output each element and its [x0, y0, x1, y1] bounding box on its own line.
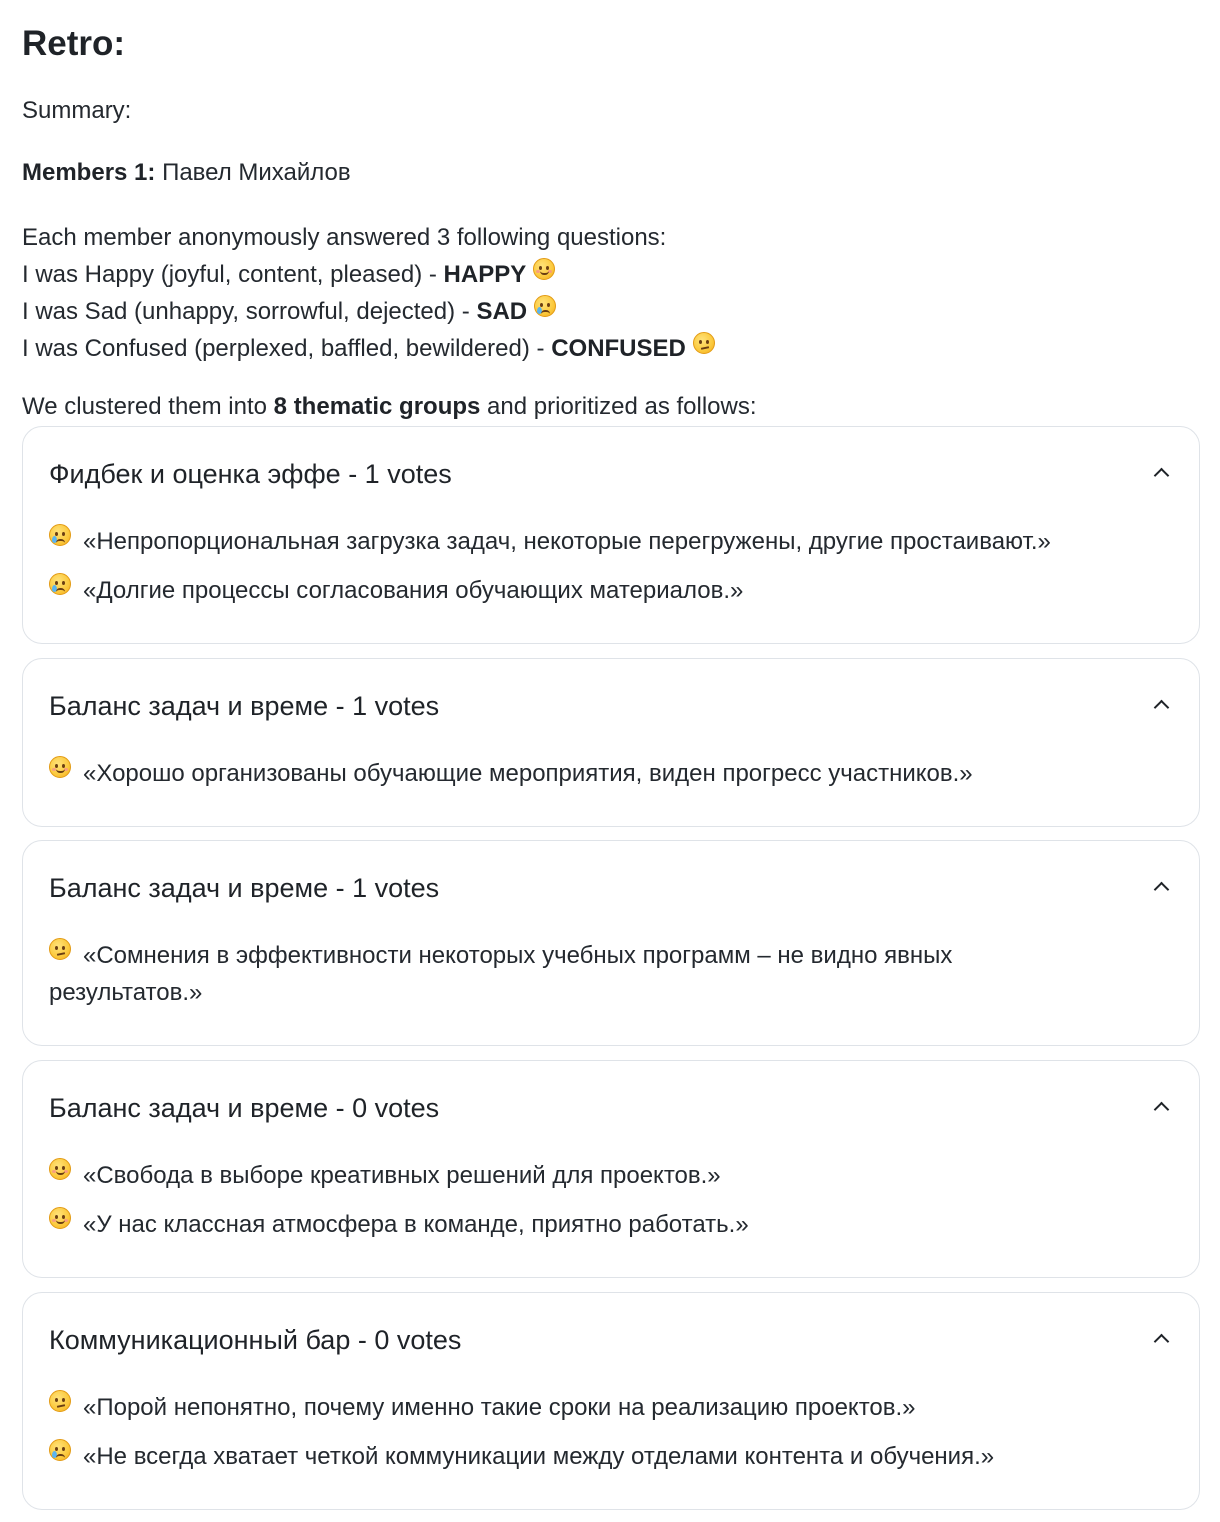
members-names: Павел Михайлов	[162, 159, 351, 186]
group-title: Коммуникационный бар - 0 votes	[49, 1325, 462, 1355]
item-text: «Хорошо организованы обучающие мероприят…	[83, 760, 973, 787]
group-card: Фидбек и оценка эффе - 1 votes «Непропор…	[22, 426, 1200, 644]
question-happy-text: I was Happy (joyful, content, pleased) -	[22, 261, 444, 288]
sad-tag: SAD	[476, 298, 528, 325]
happy-face-icon	[49, 1158, 71, 1180]
group-items: «Свобода в выборе креативных решений для…	[49, 1157, 1173, 1255]
item-text: «Свобода в выборе креативных решений для…	[83, 1162, 721, 1189]
clustered-after: and prioritized as follows:	[480, 393, 757, 420]
questions-intro: Each member anonymously answered 3 follo…	[22, 219, 715, 367]
group-items: «Порой непонятно, почему именно такие ср…	[49, 1389, 1173, 1487]
happy-face-icon	[532, 258, 555, 280]
clustered-groups-count: 8 thematic groups	[273, 393, 481, 420]
confused-face-icon	[692, 332, 715, 354]
group-header[interactable]: Баланс задач и време - 0 votes	[49, 1091, 1173, 1125]
item-text: «Не всегда хватает четкой коммуникации м…	[83, 1443, 995, 1470]
page-title: Retro:	[22, 24, 126, 63]
list-item: «Долгие процессы согласования обучающих …	[49, 572, 1173, 609]
chevron-up-icon[interactable]	[1153, 1333, 1170, 1350]
intro-line: Each member anonymously answered 3 follo…	[22, 224, 667, 251]
question-confused: I was Confused (perplexed, baffled, bewi…	[22, 330, 715, 367]
chevron-up-icon[interactable]	[1153, 881, 1170, 898]
list-item: «Не всегда хватает четкой коммуникации м…	[49, 1438, 1173, 1475]
group-items: «Сомнения в эффективности некоторых учеб…	[49, 937, 1019, 1023]
question-sad-text: I was Sad (unhappy, sorrowful, dejected)…	[22, 298, 477, 325]
question-sad: I was Sad (unhappy, sorrowful, dejected)…	[22, 293, 715, 330]
group-card: Баланс задач и време - 1 votes «Хорошо о…	[22, 658, 1200, 827]
group-title: Баланс задач и време - 1 votes	[49, 691, 440, 721]
group-title: Баланс задач и време - 1 votes	[49, 873, 440, 903]
group-header[interactable]: Баланс задач и време - 1 votes	[49, 871, 1173, 905]
members-line: Members 1: Павел Михайлов	[22, 158, 351, 188]
crying-face-icon	[49, 524, 71, 546]
group-card: Баланс задач и време - 0 votes «Свобода …	[22, 1060, 1200, 1278]
happy-face-icon	[49, 756, 71, 778]
happy-face-icon	[49, 1207, 71, 1229]
group-card: Коммуникационный бар - 0 votes «Порой не…	[22, 1292, 1200, 1510]
group-header[interactable]: Коммуникационный бар - 0 votes	[49, 1323, 1173, 1357]
group-items: «Хорошо организованы обучающие мероприят…	[49, 755, 1173, 804]
list-item: «Непропорциональная загрузка задач, неко…	[49, 523, 1173, 560]
group-items: «Непропорциональная загрузка задач, неко…	[49, 523, 1173, 621]
chevron-up-icon[interactable]	[1153, 467, 1170, 484]
crying-face-icon	[49, 1439, 71, 1461]
confused-tag: CONFUSED	[551, 335, 686, 362]
clustered-summary: We clustered them into 8 thematic groups…	[22, 392, 757, 422]
group-title: Фидбек и оценка эффе - 1 votes	[49, 459, 452, 489]
list-item: «Свобода в выборе креативных решений для…	[49, 1157, 1173, 1194]
question-happy: I was Happy (joyful, content, pleased) -…	[22, 256, 715, 293]
group-header[interactable]: Баланс задач и време - 1 votes	[49, 689, 1173, 723]
members-label: Members 1:	[22, 159, 156, 186]
group-card: Баланс задач и време - 1 votes «Сомнения…	[22, 840, 1200, 1046]
item-text: «Сомнения в эффективности некоторых учеб…	[49, 942, 953, 1006]
item-text: «Непропорциональная загрузка задач, неко…	[83, 528, 1051, 555]
group-title: Баланс задач и време - 0 votes	[49, 1093, 440, 1123]
crying-face-icon	[533, 295, 556, 317]
confused-face-icon	[49, 1390, 71, 1412]
confused-face-icon	[49, 938, 71, 960]
clustered-before: We clustered them into	[22, 393, 274, 420]
list-item: «Хорошо организованы обучающие мероприят…	[49, 755, 1173, 792]
list-item: «У нас классная атмосфера в команде, при…	[49, 1206, 1173, 1243]
chevron-up-icon[interactable]	[1153, 699, 1170, 716]
list-item: «Сомнения в эффективности некоторых учеб…	[49, 937, 1019, 1011]
item-text: «Порой непонятно, почему именно такие ср…	[83, 1394, 916, 1421]
summary-label: Summary:	[22, 97, 132, 124]
item-text: «У нас классная атмосфера в команде, при…	[83, 1211, 749, 1238]
chevron-up-icon[interactable]	[1153, 1101, 1170, 1118]
item-text: «Долгие процессы согласования обучающих …	[83, 577, 744, 604]
crying-face-icon	[49, 573, 71, 595]
question-confused-text: I was Confused (perplexed, baffled, bewi…	[22, 335, 552, 362]
group-header[interactable]: Фидбек и оценка эффе - 1 votes	[49, 457, 1173, 491]
list-item: «Порой непонятно, почему именно такие ср…	[49, 1389, 1173, 1426]
happy-tag: HAPPY	[443, 261, 527, 288]
